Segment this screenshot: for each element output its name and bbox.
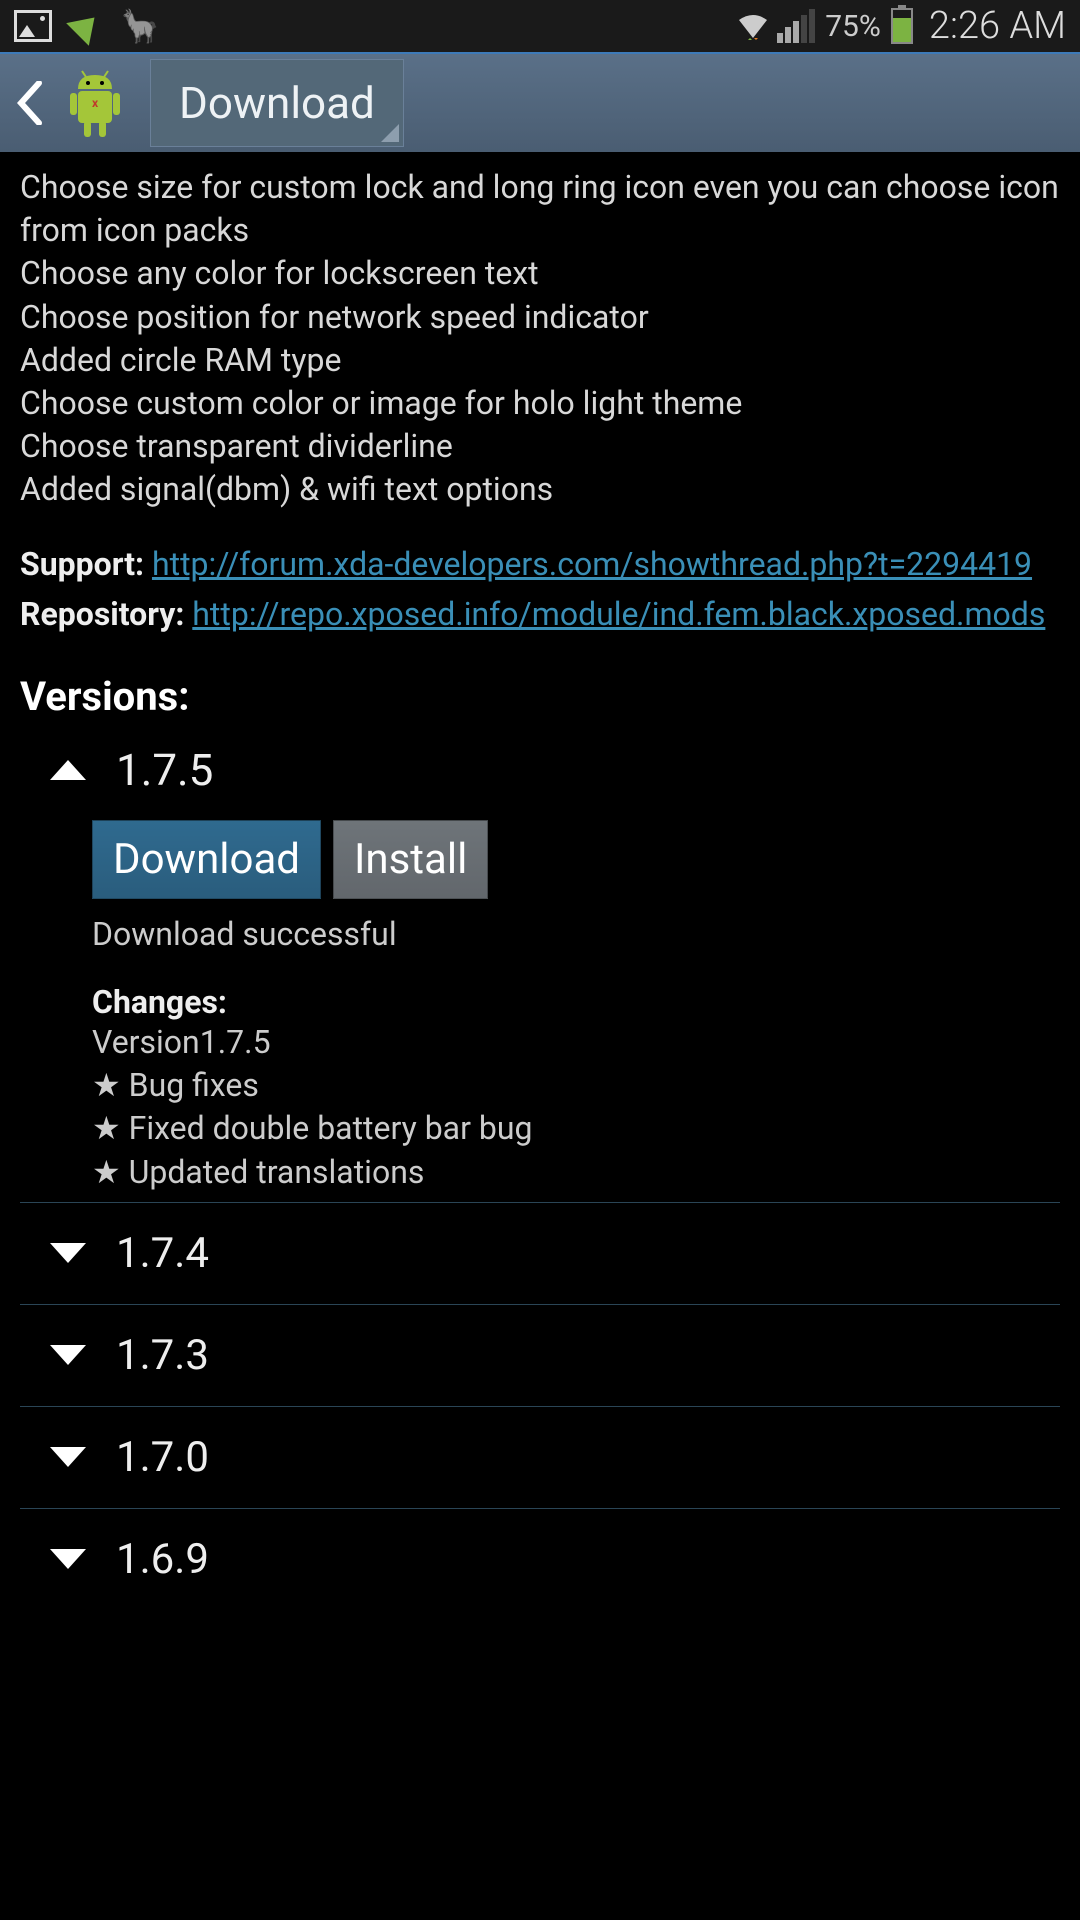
- content-area: Choose size for custom lock and long rin…: [0, 152, 1080, 1624]
- changes-block: Changes: Version1.7.5 ★ Bug fixes ★ Fixe…: [92, 983, 1060, 1194]
- version-number: 1.7.0: [116, 1433, 209, 1482]
- desc-line: Choose transparent dividerline: [20, 425, 1060, 468]
- changes-heading: Changes:: [92, 983, 1060, 1021]
- gallery-icon: [14, 10, 52, 42]
- versions-heading: Versions:: [20, 673, 1060, 720]
- support-link[interactable]: http://forum.xda-developers.com/showthre…: [152, 545, 1032, 583]
- repository-link[interactable]: http://repo.xposed.info/module/ind.fem.b…: [192, 595, 1045, 633]
- version-item-expanded: 1.7.5 Download Install Download successf…: [20, 744, 1060, 1194]
- wifi-icon: [735, 10, 771, 42]
- changes-line: ★ Bug fixes: [92, 1064, 1060, 1107]
- status-right: 75% 2:26 AM: [735, 4, 1066, 48]
- app-bar: x Download: [0, 52, 1080, 152]
- action-buttons: Download Install: [92, 820, 1060, 899]
- desc-line: Choose custom color or image for holo li…: [20, 382, 1060, 425]
- svg-text:x: x: [92, 96, 99, 110]
- version-item-collapsed[interactable]: 1.7.3: [20, 1305, 1060, 1407]
- expand-icon: [50, 1243, 86, 1263]
- status-bar: 🦙 75% 2:26 AM: [0, 0, 1080, 52]
- desc-line: Added signal(dbm) & wifi text options: [20, 468, 1060, 511]
- desc-line: Choose any color for lockscreen text: [20, 252, 1060, 295]
- install-button[interactable]: Install: [333, 820, 488, 899]
- status-left: 🦙: [14, 7, 160, 45]
- version-number: 1.7.3: [116, 1331, 209, 1380]
- module-description: Choose size for custom lock and long rin…: [20, 166, 1060, 512]
- llama-icon: 🦙: [120, 7, 160, 45]
- clock: 2:26 AM: [929, 4, 1066, 48]
- support-label: Support:: [20, 545, 144, 583]
- version-header[interactable]: 1.7.5: [50, 744, 1060, 796]
- desc-line: Added circle RAM type: [20, 339, 1060, 382]
- changes-line: ★ Fixed double battery bar bug: [92, 1107, 1060, 1150]
- expand-icon: [50, 1549, 86, 1569]
- expand-icon: [50, 1447, 86, 1467]
- changes-line: ★ Updated translations: [92, 1151, 1060, 1194]
- repository-row: Repository: http://repo.xposed.info/modu…: [20, 592, 1060, 637]
- collapse-icon: [50, 760, 86, 780]
- version-item-collapsed[interactable]: 1.7.0: [20, 1407, 1060, 1509]
- version-number: 1.7.5: [116, 744, 213, 796]
- battery-icon: [891, 8, 913, 44]
- download-button[interactable]: Download: [92, 820, 321, 899]
- desc-line: Choose size for custom lock and long rin…: [20, 166, 1060, 252]
- battery-percentage: 75%: [825, 9, 881, 44]
- version-number: 1.6.9: [116, 1535, 209, 1584]
- version-number: 1.7.4: [116, 1229, 209, 1278]
- navigation-spinner[interactable]: Download: [150, 59, 404, 147]
- repository-label: Repository:: [20, 595, 184, 633]
- desc-line: Choose position for network speed indica…: [20, 296, 1060, 339]
- back-button[interactable]: [10, 73, 50, 133]
- support-row: Support: http://forum.xda-developers.com…: [20, 542, 1060, 587]
- version-item-collapsed[interactable]: 1.6.9: [20, 1509, 1060, 1610]
- paperplane-icon: [66, 6, 106, 46]
- download-status: Download successful: [92, 915, 1060, 953]
- expand-icon: [50, 1345, 86, 1365]
- page-title: Download: [179, 77, 375, 129]
- xposed-app-icon[interactable]: x: [60, 63, 130, 143]
- changes-line: Version1.7.5: [92, 1021, 1060, 1064]
- version-item-collapsed[interactable]: 1.7.4: [20, 1203, 1060, 1305]
- signal-icon: [777, 9, 815, 43]
